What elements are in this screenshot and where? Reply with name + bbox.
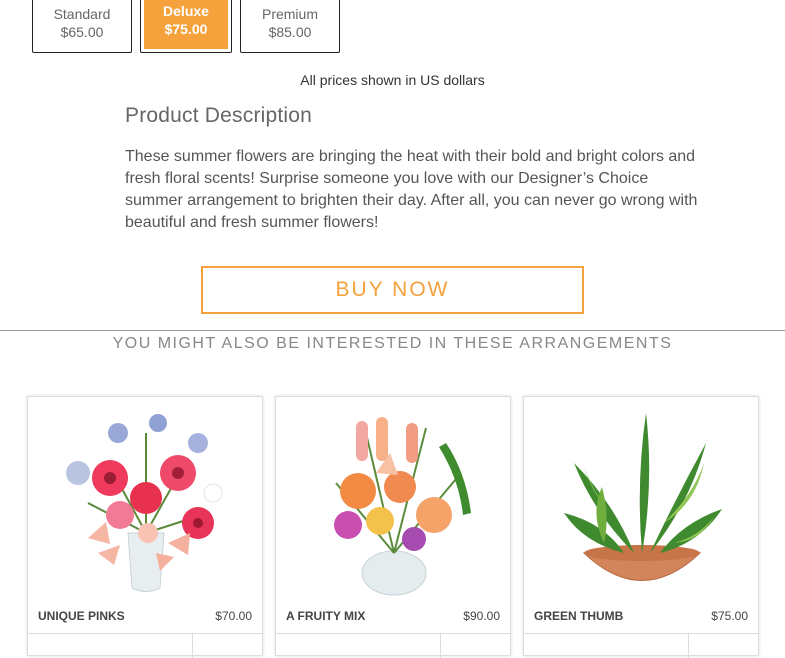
product-description: Product Description These summer flowers… (125, 104, 705, 234)
related-heading: YOU MIGHT ALSO BE INTERESTED IN THESE AR… (112, 335, 673, 352)
tier-name: Standard (53, 6, 111, 22)
product-name: A FRUITY MIX (286, 609, 366, 623)
tier-name: Deluxe (163, 3, 209, 19)
description-body: These summer flowers are bringing the he… (125, 148, 698, 231)
price-tier-selector: Standard $65.00 Deluxe $75.00 Premium $8… (32, 0, 340, 53)
product-price: $90.00 (463, 609, 500, 623)
card-footer (524, 633, 758, 658)
product-price: $70.00 (215, 609, 252, 623)
section-divider (0, 330, 785, 331)
card-footer (276, 633, 510, 658)
product-card-green-thumb[interactable]: GREEN THUMB $75.00 (523, 396, 759, 658)
green-thumb-image (564, 413, 722, 581)
tier-price: $75.00 (164, 21, 208, 37)
product-card-unique-pinks[interactable]: UNIQUE PINKS $70.00 (27, 396, 263, 658)
card-footer (28, 633, 262, 658)
tier-price: $85.00 (268, 24, 312, 40)
tier-name: Premium (261, 6, 318, 22)
product-price: $75.00 (711, 609, 748, 623)
product-card-a-fruity-mix[interactable]: A FRUITY MIX $90.00 (275, 396, 511, 658)
description-heading: Product Description (125, 104, 313, 127)
tier-price: $65.00 (60, 24, 104, 40)
tier-standard[interactable]: Standard $65.00 (32, 0, 132, 53)
product-name: GREEN THUMB (534, 609, 624, 623)
currency-note: All prices shown in US dollars (300, 72, 485, 88)
unique-pinks-image (66, 414, 223, 592)
buy-now-button[interactable]: BUY NOW (201, 266, 584, 314)
related-products: UNIQUE PINKS $70.00 A FRUITY MIX $90.00 … (27, 396, 759, 658)
product-name: UNIQUE PINKS (38, 609, 125, 623)
tier-deluxe[interactable]: Deluxe $75.00 (140, 0, 232, 53)
tier-premium[interactable]: Premium $85.00 (240, 0, 340, 53)
a-fruity-mix-image (334, 417, 471, 596)
